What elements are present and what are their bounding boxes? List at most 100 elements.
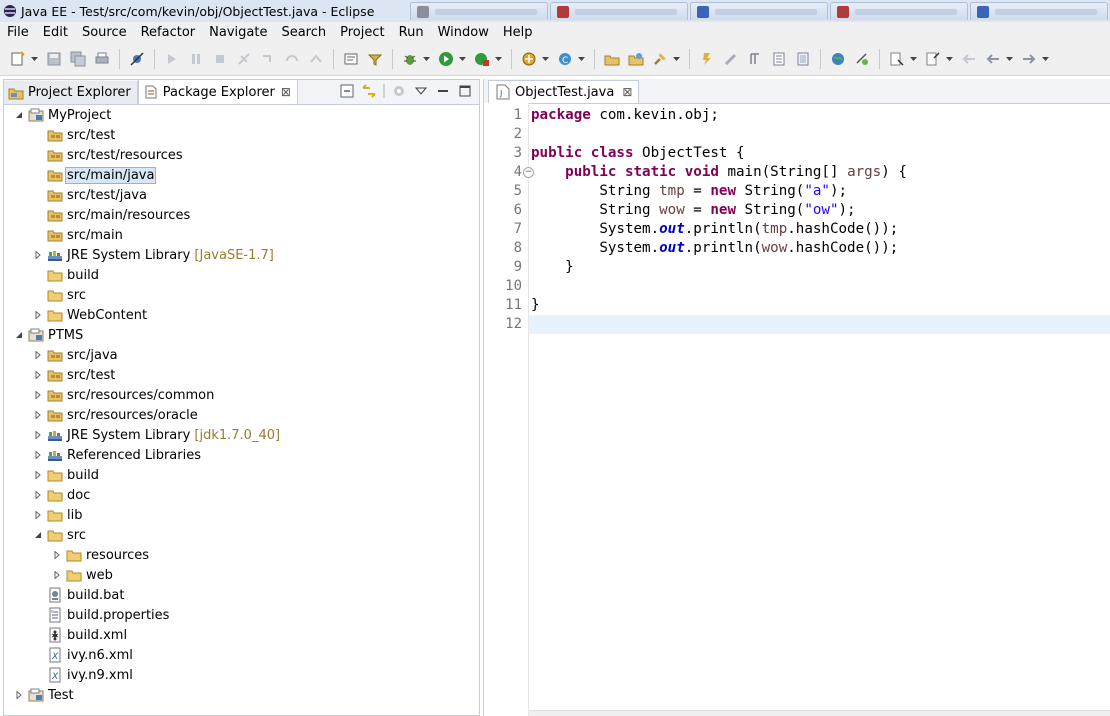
code-area[interactable]: package com.kevin.obj; public class Objec… <box>529 103 1110 716</box>
step-over-icon[interactable] <box>283 50 301 68</box>
tree-item[interactable]: JRE System Library [jdk1.7.0_40] <box>4 425 479 445</box>
collapsed-arrow-icon[interactable] <box>33 250 43 260</box>
background-window-tab[interactable] <box>550 2 688 20</box>
external-tools-dropdown-icon[interactable] <box>494 50 502 68</box>
menu-project[interactable]: Project <box>333 25 391 40</box>
menu-refactor[interactable]: Refactor <box>134 25 203 40</box>
step-return-icon[interactable] <box>307 50 325 68</box>
menu-window[interactable]: Window <box>431 25 496 40</box>
menu-file[interactable]: File <box>0 25 36 40</box>
tree-item[interactable]: resources <box>4 545 479 565</box>
new-class-icon[interactable]: C <box>556 50 574 68</box>
tree-item[interactable]: PTMS <box>4 325 479 345</box>
block-selection-icon[interactable] <box>770 50 788 68</box>
new-project-dropdown-icon[interactable] <box>541 50 549 68</box>
run-dropdown-icon[interactable] <box>458 50 466 68</box>
tree-item[interactable]: src/main <box>4 225 479 245</box>
code-line[interactable]: package com.kevin.obj; <box>531 106 719 125</box>
tree-item[interactable]: JRE System Library [JavaSE-1.7] <box>4 245 479 265</box>
search-icon[interactable] <box>651 50 669 68</box>
collapsed-arrow-icon[interactable] <box>14 690 24 700</box>
show-whitespace-icon[interactable] <box>746 50 764 68</box>
collapsed-arrow-icon[interactable] <box>33 410 43 420</box>
focus-on-active-task-icon[interactable] <box>391 83 407 99</box>
open-type-icon[interactable] <box>603 50 621 68</box>
horizontal-scrollbar[interactable] <box>529 710 1110 716</box>
tree-item[interactable]: lib <box>4 505 479 525</box>
web-browser-icon[interactable] <box>829 50 847 68</box>
tree-item[interactable]: src/test <box>4 365 479 385</box>
search-dropdown-icon[interactable] <box>672 50 680 68</box>
tab-project-explorer[interactable]: Project Explorer <box>4 81 138 104</box>
tree-item[interactable]: build.bat <box>4 585 479 605</box>
tree-item[interactable]: src/test/java <box>4 185 479 205</box>
open-task-icon[interactable] <box>627 50 645 68</box>
debug-icon[interactable] <box>401 50 419 68</box>
new-class-dropdown-icon[interactable] <box>577 50 585 68</box>
link-with-editor-icon[interactable] <box>361 83 377 99</box>
collapsed-arrow-icon[interactable] <box>33 430 43 440</box>
tree-item[interactable]: Referenced Libraries <box>4 445 479 465</box>
minimize-icon[interactable] <box>435 83 451 99</box>
tree-item[interactable]: Xivy.n9.xml <box>4 665 479 685</box>
show-source-icon[interactable] <box>794 50 812 68</box>
suspend-icon[interactable] <box>187 50 205 68</box>
collapse-all-icon[interactable] <box>339 83 355 99</box>
collapsed-arrow-icon[interactable] <box>33 490 43 500</box>
menu-navigate[interactable]: Navigate <box>202 25 274 40</box>
tree-item[interactable]: doc <box>4 485 479 505</box>
tree-item[interactable]: src/java <box>4 345 479 365</box>
collapsed-arrow-icon[interactable] <box>33 510 43 520</box>
background-window-tab[interactable] <box>690 2 828 20</box>
tab-package-explorer[interactable]: Package Explorer ⊠ <box>137 80 298 104</box>
collapsed-arrow-icon[interactable] <box>52 550 62 560</box>
open-console-icon[interactable] <box>342 50 360 68</box>
tree-item[interactable]: src/main/java <box>4 165 479 185</box>
save-all-icon[interactable] <box>69 50 87 68</box>
code-line[interactable]: } <box>531 296 540 315</box>
resume-icon[interactable] <box>163 50 181 68</box>
collapsed-arrow-icon[interactable] <box>33 370 43 380</box>
tree-item[interactable]: Xivy.n6.xml <box>4 645 479 665</box>
tree-item[interactable]: src/resources/common <box>4 385 479 405</box>
collapsed-arrow-icon[interactable] <box>33 350 43 360</box>
close-icon[interactable]: ⊠ <box>622 85 632 99</box>
menu-edit[interactable]: Edit <box>36 25 75 40</box>
tree-item[interactable]: build <box>4 465 479 485</box>
collapsed-arrow-icon[interactable] <box>33 450 43 460</box>
print-icon[interactable] <box>93 50 111 68</box>
tree-item[interactable]: src/test <box>4 125 479 145</box>
code-line[interactable]: System.out.println(tmp.hashCode()); <box>531 220 898 239</box>
forward-icon[interactable] <box>1020 50 1038 68</box>
forward-dropdown-icon[interactable] <box>1041 50 1049 68</box>
menu-source[interactable]: Source <box>75 25 134 40</box>
tree-item[interactable]: build.xml <box>4 625 479 645</box>
tree-item[interactable]: Test <box>4 685 479 705</box>
expanded-arrow-icon[interactable] <box>14 330 24 340</box>
save-icon[interactable] <box>45 50 63 68</box>
background-window-tab[interactable] <box>830 2 968 20</box>
collapsed-arrow-icon[interactable] <box>33 470 43 480</box>
collapsed-arrow-icon[interactable] <box>33 310 43 320</box>
code-line[interactable]: String tmp = new String("a"); <box>531 182 847 201</box>
run-icon[interactable] <box>437 50 455 68</box>
code-line[interactable]: public static void main(String[] args) { <box>531 163 907 182</box>
previous-annotation-icon[interactable] <box>924 50 942 68</box>
tree-item[interactable]: src/test/resources <box>4 145 479 165</box>
tree-item[interactable]: src/main/resources <box>4 205 479 225</box>
tree-item[interactable]: WebContent <box>4 305 479 325</box>
debug-dropdown-icon[interactable] <box>422 50 430 68</box>
new-dropdown-icon[interactable] <box>30 50 38 68</box>
next-annotation-icon[interactable] <box>888 50 906 68</box>
code-line[interactable]: } <box>531 258 574 277</box>
code-line[interactable]: System.out.println(wow.hashCode()); <box>531 239 898 258</box>
toggle-highlight-icon[interactable] <box>722 50 740 68</box>
previous-annotation-dropdown-icon[interactable] <box>945 50 953 68</box>
tree-item[interactable]: web <box>4 565 479 585</box>
use-step-filters-icon[interactable] <box>366 50 384 68</box>
menu-run[interactable]: Run <box>392 25 431 40</box>
external-tools-icon[interactable] <box>473 50 491 68</box>
menu-help[interactable]: Help <box>496 25 540 40</box>
toggle-mark-occurrences-icon[interactable] <box>698 50 716 68</box>
disconnect-icon[interactable] <box>235 50 253 68</box>
